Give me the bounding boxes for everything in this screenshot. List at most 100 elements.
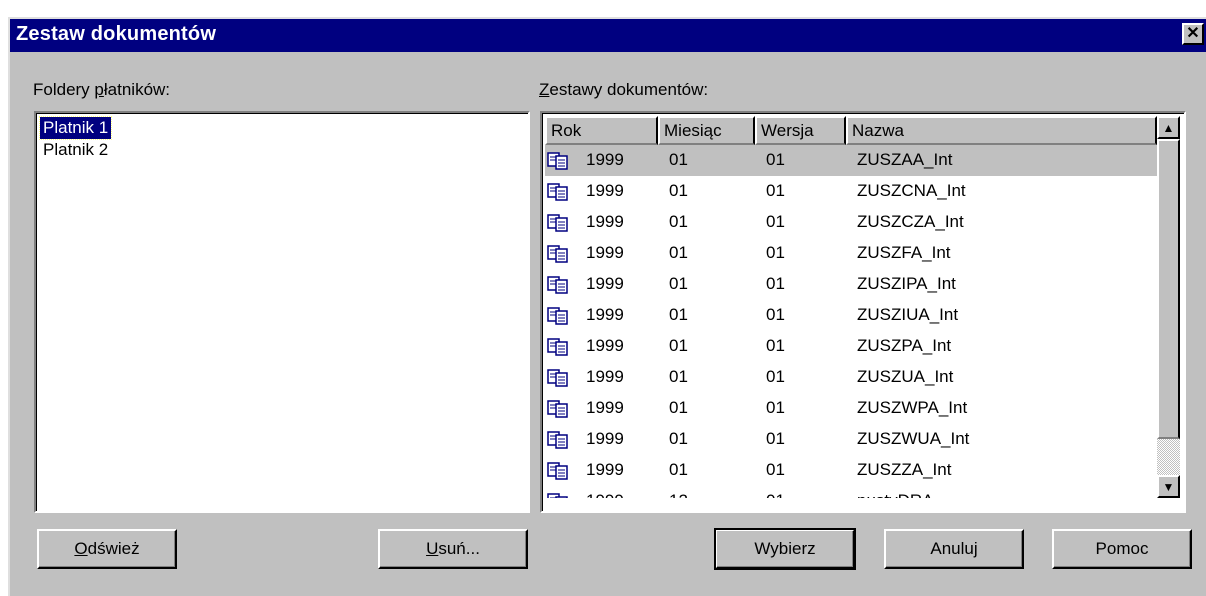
cell-miesiac: 01 — [669, 274, 688, 293]
cell-miesiac: 01 — [669, 181, 688, 200]
column-header-nazwa[interactable]: Nazwa — [846, 116, 1157, 145]
cell-wersja: 01 — [766, 460, 785, 479]
cell-wersja: 01 — [766, 243, 785, 262]
cell-nazwa: ZUSZAA_Int — [857, 150, 953, 169]
arrow-down-icon: ▼ — [1162, 479, 1175, 494]
cell-wersja: 01 — [766, 274, 785, 293]
title-bar[interactable]: Zestaw dokumentów ✕ — [10, 19, 1206, 52]
column-header-rok[interactable]: Rok — [545, 116, 658, 145]
scroll-thumb[interactable] — [1157, 139, 1180, 439]
cell-miesiac: 01 — [669, 367, 688, 386]
cell-rok: 1999 — [586, 460, 624, 479]
cell-wersja: 01 — [766, 336, 785, 355]
table-row[interactable]: 1999 01 01 ZUSZUA_Int — [545, 362, 1157, 393]
cell-nazwa: pustyDRA — [857, 491, 934, 498]
delete-button[interactable]: Usuń... — [378, 529, 528, 569]
folder-item[interactable]: Platnik 2 — [40, 139, 111, 161]
cell-miesiac: 01 — [669, 150, 688, 169]
cell-nazwa: ZUSZIUA_Int — [857, 305, 959, 324]
close-button[interactable]: ✕ — [1182, 23, 1204, 45]
scroll-down-button[interactable]: ▼ — [1157, 475, 1180, 498]
cell-nazwa: ZUSZCZA_Int — [857, 212, 964, 231]
cell-wersja: 01 — [766, 150, 785, 169]
folder-item[interactable]: Platnik 1 — [38, 116, 113, 140]
close-icon: ✕ — [1186, 25, 1200, 42]
cell-wersja: 01 — [766, 212, 785, 231]
delete-button-label: Usuń... — [426, 539, 480, 558]
cell-miesiac: 01 — [669, 212, 688, 231]
cell-wersja: 01 — [766, 181, 785, 200]
document-set-icon — [547, 400, 569, 418]
cell-wersja: 01 — [766, 429, 785, 448]
cell-nazwa: ZUSZWUA_Int — [857, 429, 970, 448]
cell-miesiac: 01 — [669, 460, 688, 479]
cell-nazwa: ZUSZIPA_Int — [857, 274, 956, 293]
scroll-up-button[interactable]: ▲ — [1157, 116, 1180, 139]
cell-nazwa: ZUSZPA_Int — [857, 336, 952, 355]
cell-rok: 1999 — [586, 150, 624, 169]
cell-wersja: 01 — [766, 367, 785, 386]
cell-wersja: 01 — [766, 491, 785, 498]
cell-rok: 1999 — [586, 181, 624, 200]
document-set-icon — [547, 431, 569, 449]
cell-miesiac: 12 — [669, 491, 688, 498]
table-row[interactable]: 1999 01 01 ZUSZPA_Int — [545, 331, 1157, 362]
cancel-button[interactable]: Anuluj — [884, 529, 1024, 569]
document-set-icon — [547, 276, 569, 294]
cell-nazwa: ZUSZCNA_Int — [857, 181, 966, 200]
cell-rok: 1999 — [586, 367, 624, 386]
document-set-icon — [547, 245, 569, 263]
cell-wersja: 01 — [766, 398, 785, 417]
table-row[interactable]: 1999 01 01 ZUSZWPA_Int — [545, 393, 1157, 424]
document-sets-table[interactable]: Rok Miesiąc Wersja Nazwa 1999 01 01 ZUSZAA_… — [540, 111, 1186, 513]
table-row[interactable]: 1999 01 01 ZUSZAA_Int — [545, 145, 1157, 176]
document-set-icon — [547, 152, 569, 170]
refresh-button-label: Odśwież — [74, 539, 140, 558]
document-set-icon — [547, 183, 569, 201]
window-title: Zestaw dokumentów — [16, 23, 217, 45]
column-header-miesiac[interactable]: Miesiąc — [658, 116, 755, 145]
cell-rok: 1999 — [586, 243, 624, 262]
cell-rok: 1999 — [586, 212, 624, 231]
document-set-icon — [547, 214, 569, 232]
cell-rok: 1999 — [586, 274, 624, 293]
table-row[interactable]: 1999 01 01 ZUSZZA_Int — [545, 455, 1157, 486]
refresh-button[interactable]: Odśwież — [37, 529, 177, 569]
document-set-icon — [547, 462, 569, 480]
cell-miesiac: 01 — [669, 243, 688, 262]
cell-miesiac: 01 — [669, 398, 688, 417]
cell-nazwa: ZUSZFA_Int — [857, 243, 951, 262]
table-row[interactable]: 1999 01 01 ZUSZCNA_Int — [545, 176, 1157, 207]
dialog-window: Zestaw dokumentów ✕ Foldery płatników: P… — [8, 17, 1206, 596]
cell-rok: 1999 — [586, 429, 624, 448]
document-set-icon — [547, 493, 569, 498]
table-row[interactable]: 1999 01 01 ZUSZFA_Int — [545, 238, 1157, 269]
cell-nazwa: ZUSZWPA_Int — [857, 398, 968, 417]
document-set-icon — [547, 369, 569, 387]
cell-miesiac: 01 — [669, 336, 688, 355]
table-row[interactable]: 1999 12 01 pustyDRA — [545, 486, 1157, 498]
document-set-icon — [547, 338, 569, 356]
cell-wersja: 01 — [766, 305, 785, 324]
cell-miesiac: 01 — [669, 429, 688, 448]
column-header-wersja[interactable]: Wersja — [755, 116, 846, 145]
cell-rok: 1999 — [586, 305, 624, 324]
vertical-scrollbar[interactable]: ▲ ▼ — [1157, 116, 1180, 498]
cell-nazwa: ZUSZZA_Int — [857, 460, 952, 479]
document-sets-rows: 1999 01 01 ZUSZAA_Int 1999 01 01 ZUSZCNA_Int 199… — [545, 145, 1157, 498]
table-row[interactable]: 1999 01 01 ZUSZIUA_Int — [545, 300, 1157, 331]
cell-miesiac: 01 — [669, 305, 688, 324]
scroll-track[interactable] — [1157, 439, 1180, 475]
select-button[interactable]: Wybierz — [714, 528, 856, 570]
cell-rok: 1999 — [586, 491, 624, 498]
arrow-up-icon: ▲ — [1162, 120, 1175, 135]
cell-nazwa: ZUSZUA_Int — [857, 367, 954, 386]
payer-folders-list[interactable]: Platnik 1 Platnik 2 — [34, 111, 530, 513]
table-row[interactable]: 1999 01 01 ZUSZWUA_Int — [545, 424, 1157, 455]
table-row[interactable]: 1999 01 01 ZUSZIPA_Int — [545, 269, 1157, 300]
table-row[interactable]: 1999 01 01 ZUSZCZA_Int — [545, 207, 1157, 238]
document-set-icon — [547, 307, 569, 325]
cell-rok: 1999 — [586, 336, 624, 355]
help-button[interactable]: Pomoc — [1052, 529, 1192, 569]
document-sets-label: Zestawy dokumentów: — [539, 80, 709, 99]
